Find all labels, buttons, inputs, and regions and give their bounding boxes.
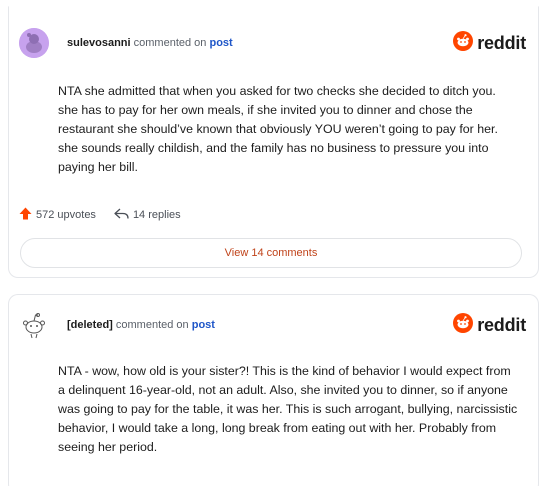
action-text: commented on — [133, 37, 207, 49]
upvote-arrow-icon — [19, 207, 32, 223]
comment-card: [deleted] commented on post reddit NTA - — [8, 294, 539, 486]
comment-body: NTA she admitted that when you asked for… — [58, 84, 498, 174]
comment-card: sulevosanni commented on post reddit NTA — [8, 6, 539, 278]
comment-meta: sulevosanni commented on post — [67, 37, 233, 49]
reddit-logo: reddit — [453, 30, 526, 56]
reddit-logo: reddit — [453, 312, 526, 338]
upvote-button[interactable]: 572 upvotes — [19, 207, 96, 223]
comment-actions: 572 upvotes 14 replies — [19, 207, 199, 223]
comment-header: [deleted] commented on post reddit — [19, 309, 526, 341]
comment-body: NTA - wow, how old is your sister?! This… — [58, 364, 518, 454]
replies-button[interactable]: 14 replies — [114, 208, 181, 223]
deleted-user-avatar-icon[interactable] — [19, 310, 49, 340]
comment-meta: [deleted] commented on post — [67, 319, 215, 331]
reddit-wordmark: reddit — [477, 32, 526, 53]
username[interactable]: [deleted] — [67, 319, 113, 331]
action-text: commented on — [115, 319, 189, 331]
reply-count: 14 replies — [132, 209, 181, 221]
reply-arrow-icon — [114, 208, 129, 223]
post-link[interactable]: post — [192, 319, 215, 331]
username[interactable]: sulevosanni — [67, 37, 131, 49]
view-comments-button[interactable]: View 14 comments — [20, 238, 522, 268]
snoo-avatar-icon[interactable] — [19, 28, 49, 58]
post-link[interactable]: post — [209, 37, 232, 49]
reddit-alien-icon — [453, 312, 474, 338]
comment-header: sulevosanni commented on post reddit — [19, 27, 526, 59]
reddit-wordmark: reddit — [477, 314, 526, 335]
upvote-count: 572 upvotes — [36, 209, 96, 221]
reddit-alien-icon — [453, 30, 474, 56]
